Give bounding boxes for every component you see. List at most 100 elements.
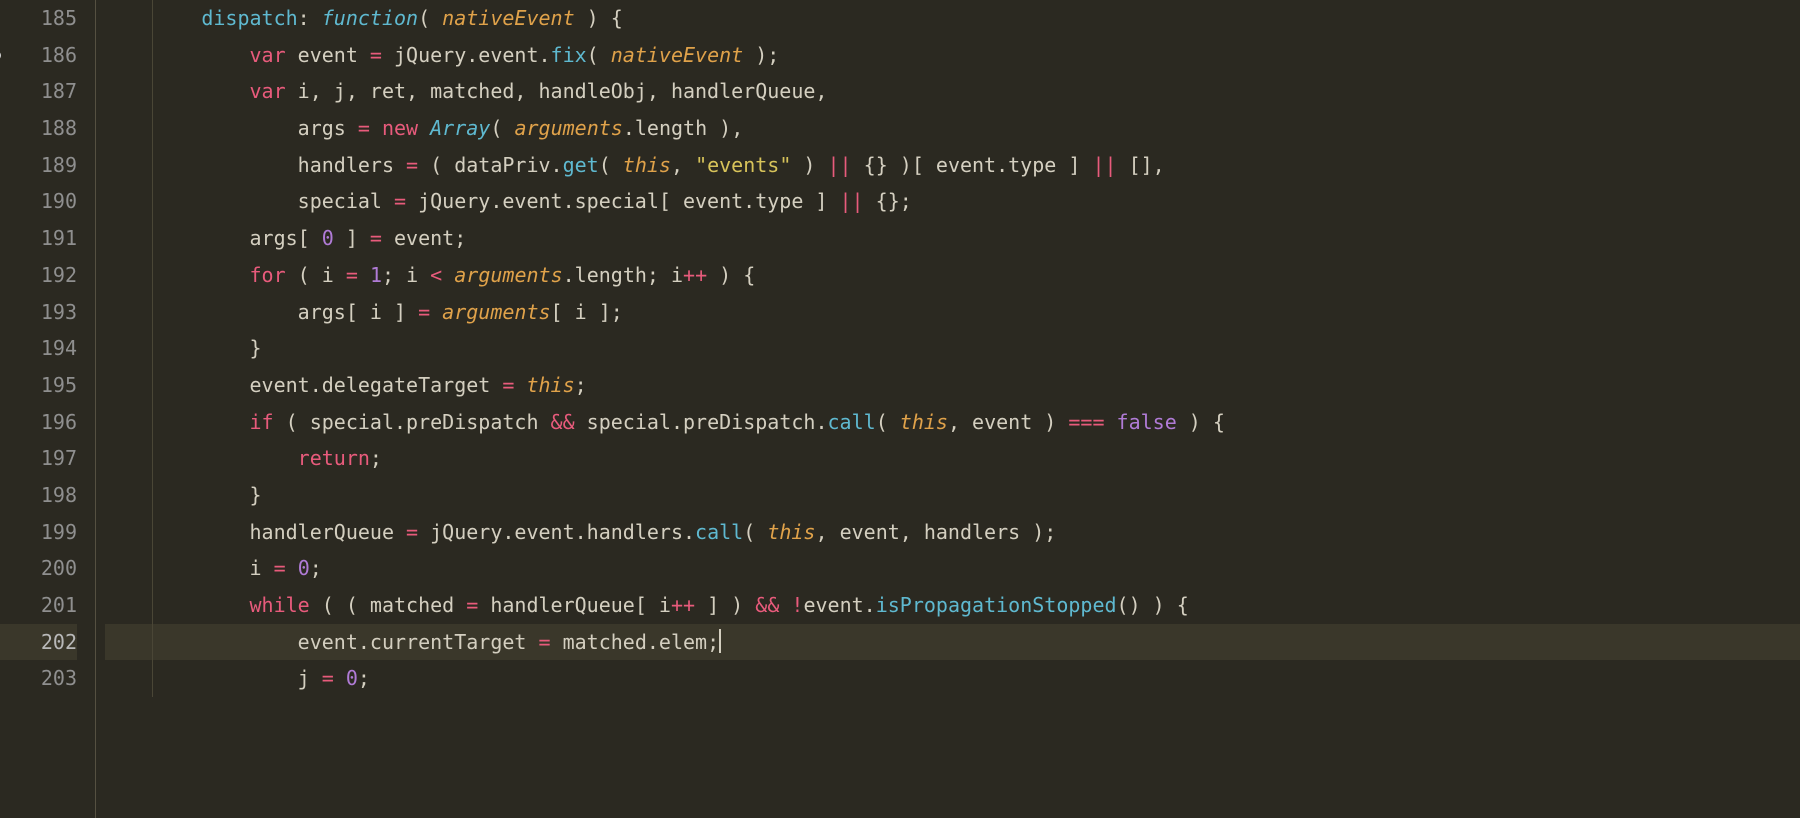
code-token: ++ [671,593,695,617]
code-token: this [900,410,948,434]
indent-guide [152,110,153,147]
line-number[interactable]: 190 [0,183,77,220]
line-number[interactable]: 197 [0,440,77,477]
code-token: j [298,666,322,690]
code-line[interactable]: } [105,477,1800,514]
code-token: = [538,630,550,654]
code-token: ( [490,116,514,140]
code-token [779,593,791,617]
line-number[interactable]: 196 [0,404,77,441]
code-token: || [1092,153,1116,177]
code-token: while [250,593,310,617]
code-token: ( i [286,263,346,287]
line-number[interactable]: 192 [0,257,77,294]
code-line[interactable]: for ( i = 1; i < arguments.length; i++ )… [105,257,1800,294]
code-line[interactable]: dispatch: function( nativeEvent ) { [105,0,1800,37]
line-number[interactable]: 194 [0,330,77,367]
code-token [286,556,298,580]
code-token: ) { [575,6,623,30]
code-line[interactable]: args = new Array( arguments.length ), [105,110,1800,147]
indent-guide [152,147,153,184]
indent-guide [152,440,153,477]
code-area[interactable]: dispatch: function( nativeEvent ) { var … [95,0,1800,818]
line-number[interactable]: 195 [0,367,77,404]
indent-guide [152,404,153,441]
code-token: && [551,410,575,434]
code-token: function [322,6,418,30]
code-line[interactable]: } [105,330,1800,367]
code-line[interactable]: special = jQuery.event.special[ event.ty… [105,183,1800,220]
code-line[interactable]: handlers = ( dataPriv.get( this, "events… [105,147,1800,184]
code-line[interactable]: event.delegateTarget = this; [105,367,1800,404]
line-number[interactable]: 201 [0,587,77,624]
line-number[interactable]: 189 [0,147,77,184]
code-token: ; [575,373,587,397]
code-line[interactable]: args[ i ] = arguments[ i ]; [105,294,1800,331]
code-token: 1 [370,263,382,287]
code-token: ( [599,153,623,177]
code-token: ( dataPriv. [418,153,563,177]
code-token: = [418,300,430,324]
line-number[interactable]: 191 [0,220,77,257]
code-token: this [526,373,574,397]
indent-guide [152,183,153,220]
code-token: "events" [695,153,791,177]
code-token: , [671,153,695,177]
code-token: ; [358,666,370,690]
code-token: = [370,43,382,67]
code-line[interactable]: var event = jQuery.event.fix( nativeEven… [105,37,1800,74]
code-token: args [298,116,358,140]
code-line[interactable]: var i, j, ret, matched, handleObj, handl… [105,73,1800,110]
line-number[interactable]: 193 [0,294,77,331]
code-token: Array [430,116,490,140]
code-line[interactable]: if ( special.preDispatch && special.preD… [105,404,1800,441]
code-line[interactable]: j = 0; [105,660,1800,697]
code-token: } [250,483,262,507]
line-number[interactable]: 185 [0,0,77,37]
code-token: 0 [298,556,310,580]
code-line[interactable]: args[ 0 ] = event; [105,220,1800,257]
text-cursor [719,629,721,653]
code-token [358,263,370,287]
line-number-gutter[interactable]: 1851861871881891901911921931941951961971… [0,0,95,818]
indent-guide [152,514,153,551]
code-token: = [406,520,418,544]
code-line[interactable]: handlerQueue = jQuery.event.handlers.cal… [105,514,1800,551]
line-number[interactable]: 200 [0,550,77,587]
line-number[interactable]: 199 [0,514,77,551]
code-token: i, j, ret, matched, handleObj, handlerQu… [286,79,828,103]
line-number[interactable]: 186 [0,37,77,74]
code-token [370,116,382,140]
code-editor[interactable]: 1851861871881891901911921931941951961971… [0,0,1800,818]
code-token: handlerQueue [250,520,407,544]
code-token: for [250,263,286,287]
code-token: nativeEvent [442,6,574,30]
line-number[interactable]: 188 [0,110,77,147]
code-token [334,666,346,690]
code-token: special [298,189,394,213]
code-token: = [322,666,334,690]
code-token: ; [310,556,322,580]
code-line[interactable]: i = 0; [105,550,1800,587]
code-line[interactable]: return; [105,440,1800,477]
line-number[interactable]: 198 [0,477,77,514]
code-token: arguments [442,300,550,324]
code-token: = [274,556,286,580]
code-line[interactable]: while ( ( matched = handlerQueue[ i++ ] … [105,587,1800,624]
code-token: = [466,593,478,617]
code-token: = [394,189,406,213]
code-token [430,300,442,324]
code-token: : [298,6,310,30]
code-token: 0 [346,666,358,690]
code-token [514,373,526,397]
code-token [418,116,430,140]
line-number[interactable]: 202 [0,624,77,661]
indent-guide [152,0,153,37]
code-token: call [828,410,876,434]
code-token: ) { [1177,410,1225,434]
code-line[interactable]: event.currentTarget = matched.elem; [105,624,1800,661]
code-token: args[ i ] [298,300,418,324]
indent-guide [152,294,153,331]
line-number[interactable]: 203 [0,660,77,697]
line-number[interactable]: 187 [0,73,77,110]
